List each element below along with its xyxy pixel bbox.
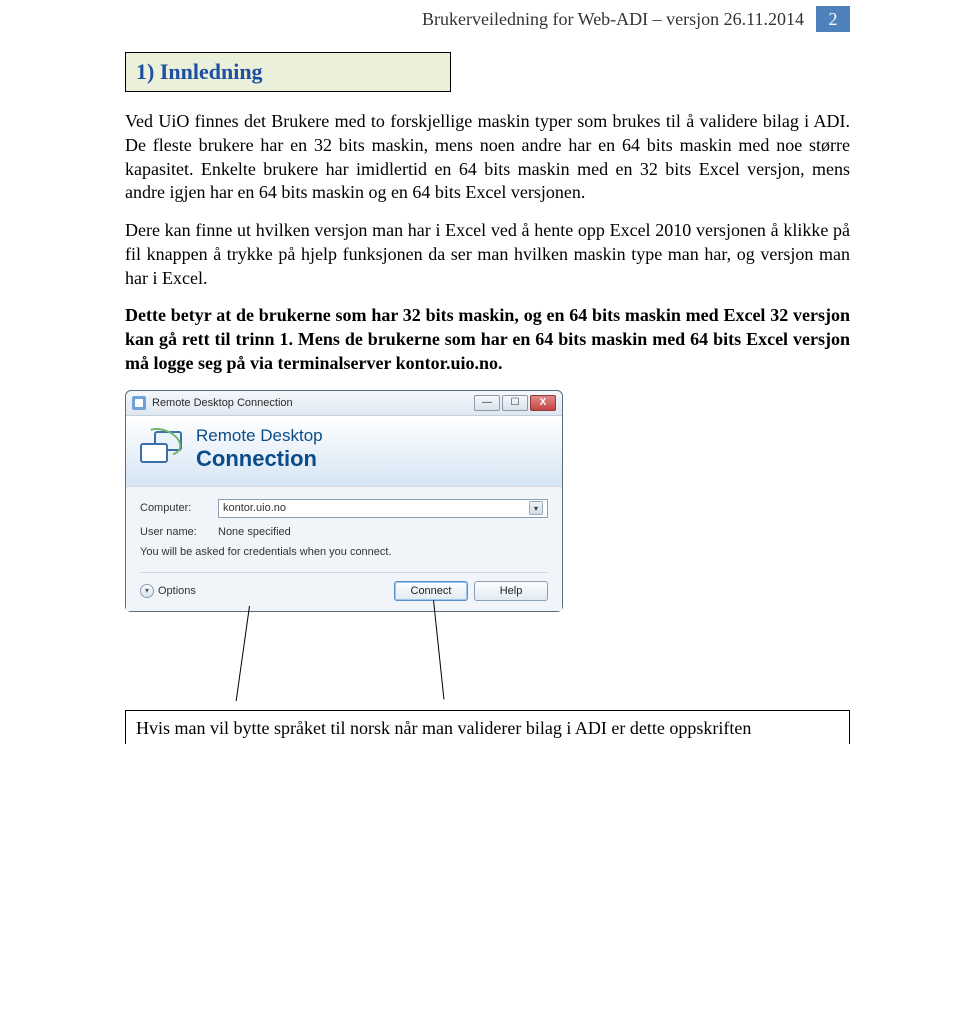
maximize-icon: ☐ [511, 398, 520, 408]
rdp-body: Computer: kontor.uio.no ▾ User name: Non… [126, 487, 562, 611]
rdp-banner-icon [140, 429, 186, 469]
minimize-icon: — [482, 398, 492, 408]
options-label: Options [158, 585, 196, 597]
paragraph-2: Dere kan finne ut hvilken versjon man ha… [125, 219, 850, 290]
footer-note-box: Hvis man vil bytte språket til norsk når… [125, 710, 850, 745]
rdp-banner-line1: Remote Desktop [196, 426, 323, 446]
computer-combobox[interactable]: kontor.uio.no ▾ [218, 499, 548, 518]
connect-button[interactable]: Connect [394, 581, 468, 601]
options-expand-icon: ▾ [140, 584, 154, 598]
page-header: Brukerveiledning for Web-ADI – versjon 2… [125, 0, 850, 32]
section-heading-box: 1) Innledning [125, 52, 451, 92]
close-button[interactable]: X [530, 395, 556, 411]
username-label: User name: [140, 526, 218, 538]
callout-lines [125, 618, 850, 714]
page-number: 2 [816, 6, 850, 32]
section-heading: 1) Innledning [136, 59, 263, 84]
footer-paragraph: Hvis man vil bytte språket til norsk når… [136, 717, 839, 741]
credentials-note: You will be asked for credentials when y… [140, 546, 548, 558]
paragraph-3-bold: Dette betyr at de brukerne som har 32 bi… [125, 304, 850, 375]
callout-line-1 [236, 605, 250, 700]
rdp-banner-line2: Connection [196, 446, 323, 472]
rdp-window: Remote Desktop Connection — ☐ X Remote D… [125, 390, 563, 612]
help-button[interactable]: Help [474, 581, 548, 601]
chevron-down-icon[interactable]: ▾ [529, 501, 543, 515]
rdp-footer: ▾ Options Connect Help [140, 572, 548, 601]
username-value: None specified [218, 526, 291, 538]
options-toggle[interactable]: ▾ Options [140, 584, 388, 598]
callout-line-2 [433, 599, 444, 699]
paragraph-1: Ved UiO finnes det Brukere med to forskj… [125, 110, 850, 205]
window-controls: — ☐ X [474, 395, 556, 411]
rdp-banner-text: Remote Desktop Connection [196, 426, 323, 472]
rdp-app-icon [132, 396, 146, 410]
maximize-button[interactable]: ☐ [502, 395, 528, 411]
rdp-title: Remote Desktop Connection [152, 397, 474, 409]
rdp-banner: Remote Desktop Connection [126, 416, 562, 487]
connect-label: Connect [411, 585, 452, 597]
close-icon: X [540, 398, 547, 408]
computer-label: Computer: [140, 502, 218, 514]
computer-value: kontor.uio.no [223, 502, 286, 514]
rdp-titlebar: Remote Desktop Connection — ☐ X [126, 391, 562, 416]
help-label: Help [500, 585, 523, 597]
header-title: Brukerveiledning for Web-ADI – versjon 2… [422, 9, 804, 30]
minimize-button[interactable]: — [474, 395, 500, 411]
